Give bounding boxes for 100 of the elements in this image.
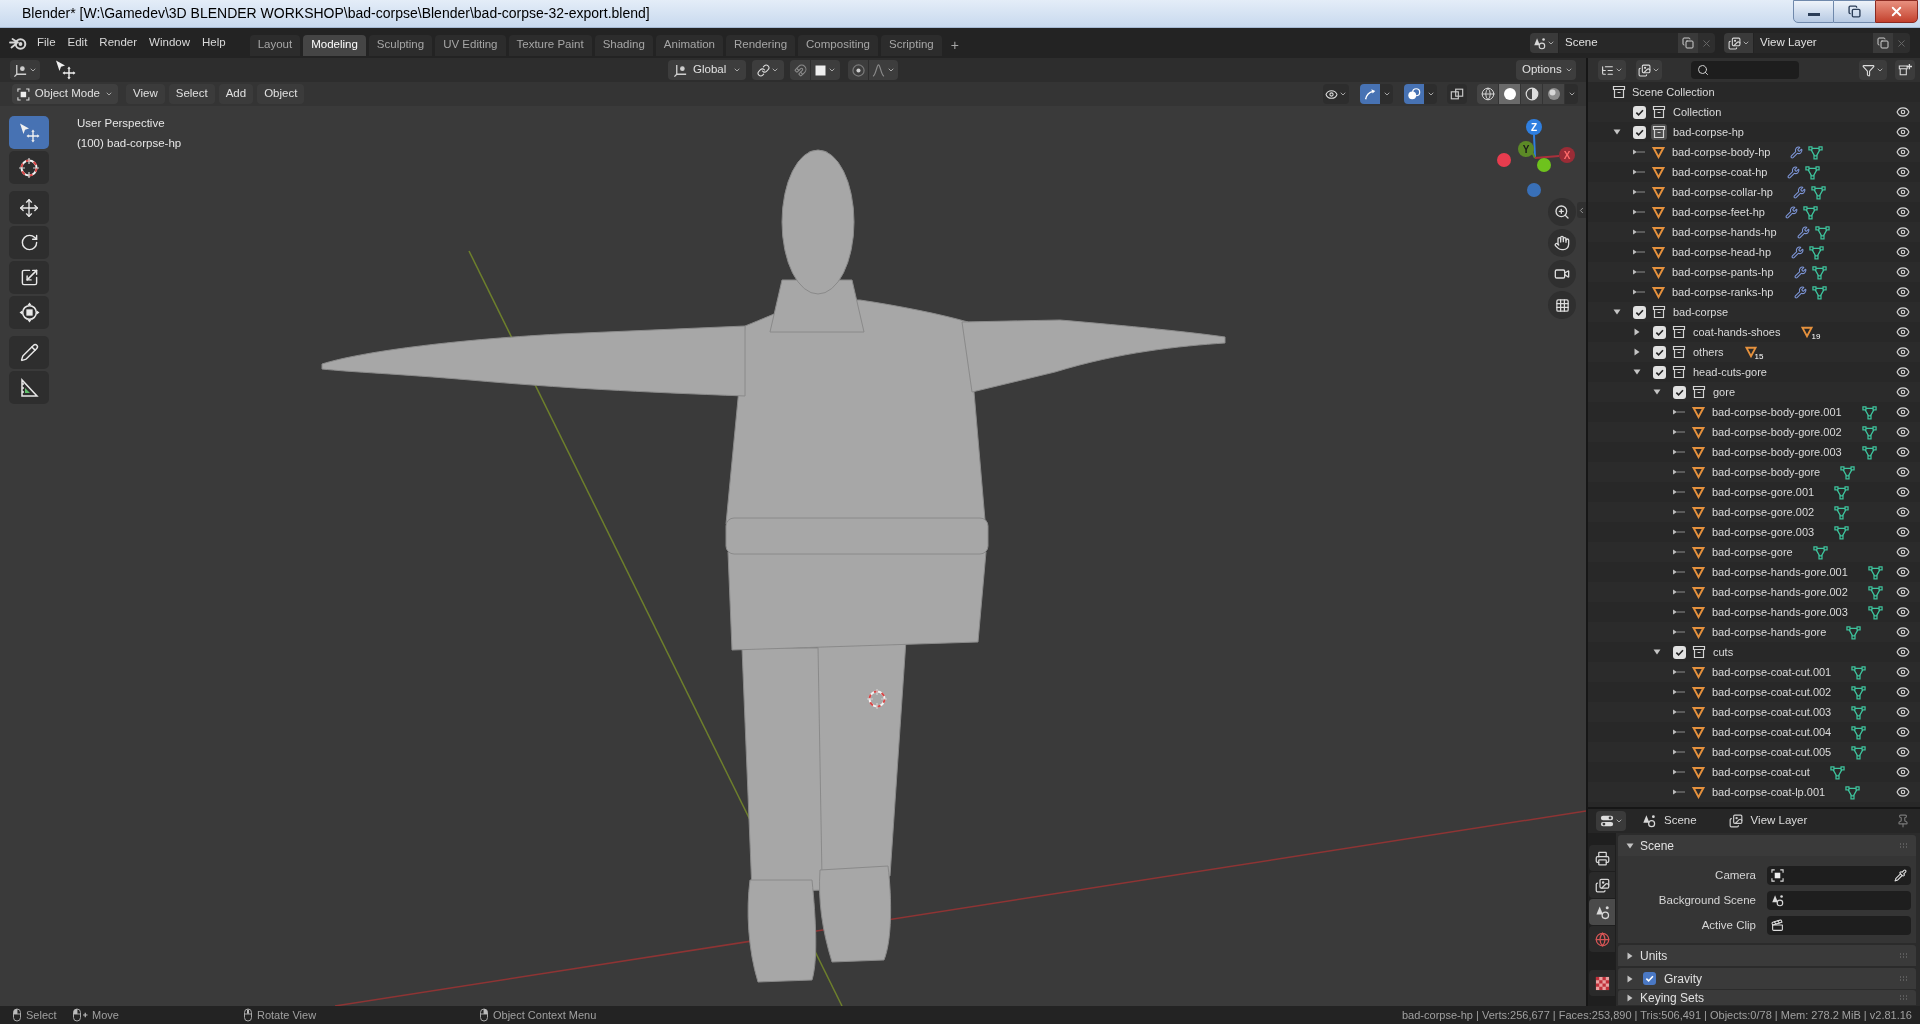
tool-button[interactable] bbox=[9, 226, 49, 259]
search-field[interactable] bbox=[1691, 61, 1799, 79]
workspace-tab[interactable]: Texture Paint bbox=[508, 34, 592, 56]
falloff-dropdown[interactable] bbox=[869, 60, 898, 80]
camera-view-button[interactable] bbox=[1548, 260, 1576, 288]
grip-icon[interactable] bbox=[1899, 952, 1909, 959]
workspace-tab[interactable]: UV Editing bbox=[435, 34, 506, 56]
clip-field[interactable] bbox=[1767, 916, 1911, 935]
workspace-tab[interactable]: Shading bbox=[594, 34, 653, 56]
tree-arrow-icon[interactable] bbox=[1673, 568, 1685, 576]
workspace-tab[interactable]: Animation bbox=[655, 34, 723, 56]
checkbox[interactable] bbox=[1673, 645, 1686, 659]
eye-icon[interactable] bbox=[1896, 725, 1910, 739]
panel-header[interactable]: Scene bbox=[1618, 835, 1916, 856]
eye-icon[interactable] bbox=[1896, 245, 1910, 259]
tool-button[interactable] bbox=[9, 116, 49, 149]
tool-button[interactable] bbox=[9, 371, 49, 404]
panel-header[interactable]: Keying Sets bbox=[1618, 990, 1916, 1005]
tree-arrow-icon[interactable] bbox=[1673, 628, 1685, 636]
checkbox[interactable] bbox=[1633, 305, 1646, 319]
tree-arrow-icon[interactable] bbox=[1673, 528, 1685, 536]
properties-tab[interactable] bbox=[1589, 970, 1615, 996]
disclosure-triangle-icon[interactable] bbox=[1653, 648, 1661, 656]
tree-arrow-icon[interactable] bbox=[1673, 708, 1685, 716]
eye-icon[interactable] bbox=[1896, 765, 1910, 779]
checkbox[interactable] bbox=[1633, 125, 1646, 139]
caret-icon[interactable] bbox=[1567, 90, 1576, 98]
eye-icon[interactable] bbox=[1896, 165, 1910, 179]
eye-icon[interactable] bbox=[1896, 225, 1910, 239]
pan-button[interactable] bbox=[1548, 229, 1576, 257]
properties-tab[interactable] bbox=[1589, 845, 1615, 871]
tree-arrow-icon[interactable] bbox=[1633, 288, 1645, 296]
properties-tab[interactable] bbox=[1589, 899, 1615, 925]
eye-icon[interactable] bbox=[1896, 525, 1910, 539]
checkbox[interactable] bbox=[1633, 105, 1646, 119]
workspace-tab[interactable]: Rendering bbox=[726, 34, 796, 56]
tree-arrow-icon[interactable] bbox=[1673, 548, 1685, 556]
overlays-toggle[interactable] bbox=[1404, 84, 1424, 104]
mode-dropdown[interactable]: Object Mode bbox=[12, 84, 118, 104]
eye-icon[interactable] bbox=[1896, 205, 1910, 219]
restore-button[interactable] bbox=[1834, 0, 1875, 23]
menu-item[interactable]: Window bbox=[143, 32, 196, 54]
eye-icon[interactable] bbox=[1896, 605, 1910, 619]
duplicate-button[interactable] bbox=[1678, 33, 1698, 53]
editor-type-button[interactable] bbox=[1596, 811, 1626, 831]
axis-dot-icon[interactable] bbox=[1497, 153, 1511, 167]
tree-arrow-icon[interactable] bbox=[1633, 168, 1645, 176]
eye-icon[interactable] bbox=[1896, 385, 1910, 399]
xray-toggle[interactable] bbox=[1447, 84, 1467, 104]
checkbox[interactable] bbox=[1643, 972, 1656, 985]
context-item[interactable]: View Layer bbox=[1728, 811, 1808, 831]
tree-arrow-icon[interactable] bbox=[1673, 428, 1685, 436]
disclosure-triangle-icon[interactable] bbox=[1653, 388, 1661, 396]
eye-icon[interactable] bbox=[1896, 345, 1910, 359]
workspace-tab[interactable]: Compositing bbox=[798, 34, 878, 56]
scene-selector-button[interactable] bbox=[1530, 33, 1558, 53]
editor-type-button[interactable] bbox=[1598, 60, 1626, 80]
disclosure-triangle-icon[interactable] bbox=[1626, 951, 1634, 960]
disclosure-triangle-icon[interactable] bbox=[1626, 993, 1634, 1002]
eye-icon[interactable] bbox=[1896, 705, 1910, 719]
add-workspace-button[interactable]: + bbox=[944, 34, 965, 56]
tree-arrow-icon[interactable] bbox=[1673, 728, 1685, 736]
view-layer-selector-button[interactable] bbox=[1724, 33, 1753, 53]
disclosure-triangle-icon[interactable] bbox=[1626, 841, 1634, 850]
menu-item[interactable]: File bbox=[31, 32, 62, 54]
workspace-tab[interactable]: Modeling bbox=[303, 34, 366, 56]
menu-item[interactable]: Render bbox=[93, 32, 144, 54]
disclosure-triangle-icon[interactable] bbox=[1626, 974, 1634, 983]
menu-item[interactable]: View bbox=[126, 84, 165, 104]
tree-arrow-icon[interactable] bbox=[1673, 508, 1685, 516]
transform-orientation-dropdown[interactable]: Global bbox=[668, 60, 746, 80]
eye-icon[interactable] bbox=[1896, 545, 1910, 559]
eye-icon[interactable] bbox=[1896, 685, 1910, 699]
eye-icon[interactable] bbox=[1896, 185, 1910, 199]
grip-icon[interactable] bbox=[1899, 975, 1909, 982]
tree-arrow-icon[interactable] bbox=[1673, 448, 1685, 456]
disclosure-triangle-icon[interactable] bbox=[1633, 348, 1641, 356]
snap-target-dropdown[interactable] bbox=[811, 60, 840, 80]
tree-arrow-icon[interactable] bbox=[1673, 768, 1685, 776]
zoom-button[interactable] bbox=[1548, 198, 1576, 226]
eye-icon[interactable] bbox=[1896, 105, 1910, 119]
eye-icon[interactable] bbox=[1896, 625, 1910, 639]
tree-arrow-icon[interactable] bbox=[1673, 748, 1685, 756]
tool-button[interactable] bbox=[9, 261, 49, 294]
tree-arrow-icon[interactable] bbox=[1673, 408, 1685, 416]
pin-icon[interactable] bbox=[1896, 814, 1910, 828]
checkbox[interactable] bbox=[1673, 385, 1686, 399]
panel-header[interactable]: Gravity bbox=[1618, 968, 1916, 989]
tree-arrow-icon[interactable] bbox=[1673, 488, 1685, 496]
eye-icon[interactable] bbox=[1896, 125, 1910, 139]
disclosure-triangle-icon[interactable] bbox=[1613, 308, 1621, 316]
tool-button[interactable] bbox=[9, 191, 49, 224]
panel-header[interactable]: Units bbox=[1618, 945, 1916, 966]
tree-arrow-icon[interactable] bbox=[1673, 588, 1685, 596]
view-layer-field[interactable]: View Layer bbox=[1754, 33, 1873, 53]
menu-item[interactable]: Select bbox=[168, 84, 215, 104]
eye-icon[interactable] bbox=[1896, 425, 1910, 439]
tree-arrow-icon[interactable] bbox=[1633, 188, 1645, 196]
perspective-button[interactable] bbox=[1548, 291, 1576, 319]
tree-arrow-icon[interactable] bbox=[1633, 148, 1645, 156]
